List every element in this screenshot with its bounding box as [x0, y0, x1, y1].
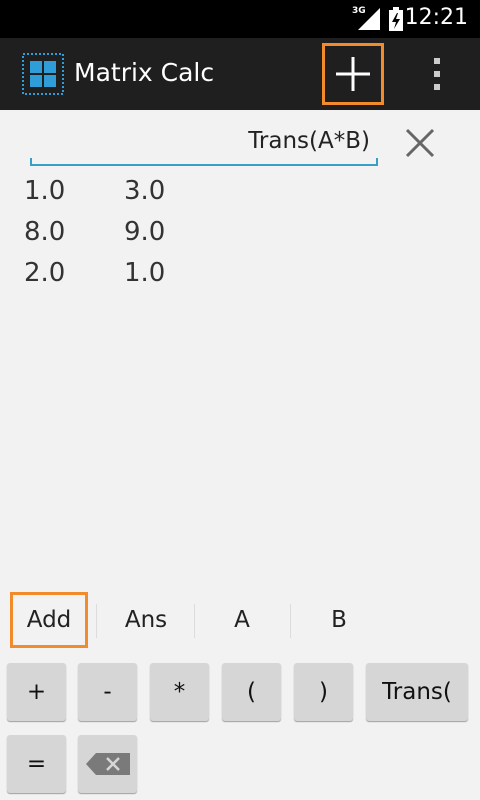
matrix-row: 2.0 1.0 — [24, 258, 224, 299]
matrix-cell: 1.0 — [24, 176, 66, 206]
suggestion-ans[interactable]: Ans — [98, 592, 194, 648]
matrix-cell: 3.0 — [124, 176, 166, 206]
plus-icon — [336, 57, 370, 91]
key-plus[interactable]: + — [7, 663, 66, 721]
key-close-paren[interactable]: ) — [294, 663, 353, 721]
key-equals[interactable]: = — [7, 735, 66, 793]
expression-text: Trans(A*B) — [248, 128, 370, 154]
expression-input[interactable]: Trans(A*B) — [30, 122, 378, 166]
add-matrix-button[interactable] — [322, 43, 384, 105]
matrix-row: 1.0 3.0 — [24, 176, 224, 217]
clock: 12:21 — [404, 5, 468, 30]
result-matrix: 1.0 3.0 8.0 9.0 2.0 1.0 — [24, 176, 224, 299]
overflow-menu-icon[interactable] — [425, 56, 449, 92]
status-bar: 3G 12:21 — [0, 0, 480, 38]
key-transpose[interactable]: Trans( — [366, 663, 468, 721]
app-grid-icon[interactable] — [22, 53, 64, 95]
clear-icon[interactable] — [402, 125, 438, 161]
matrix-row: 8.0 9.0 — [24, 217, 224, 258]
matrix-cell: 2.0 — [24, 258, 66, 288]
key-backspace[interactable] — [78, 735, 137, 793]
suggestion-add[interactable]: Add — [10, 592, 88, 648]
key-open-paren[interactable]: ( — [222, 663, 281, 721]
key-minus[interactable]: - — [78, 663, 137, 721]
action-bar: Matrix Calc — [0, 38, 480, 110]
key-multiply[interactable]: * — [150, 663, 209, 721]
matrix-cell: 9.0 — [124, 217, 166, 247]
suggestion-a[interactable]: A — [195, 592, 289, 648]
signal-icon — [358, 8, 380, 30]
divider — [96, 604, 97, 638]
backspace-icon — [85, 753, 130, 775]
suggestion-b[interactable]: B — [291, 592, 387, 648]
app-title: Matrix Calc — [74, 58, 215, 87]
battery-icon — [389, 7, 403, 31]
matrix-cell: 8.0 — [24, 217, 66, 247]
suggestion-bar: Add Ans A B — [0, 592, 480, 648]
matrix-cell: 1.0 — [124, 258, 166, 288]
